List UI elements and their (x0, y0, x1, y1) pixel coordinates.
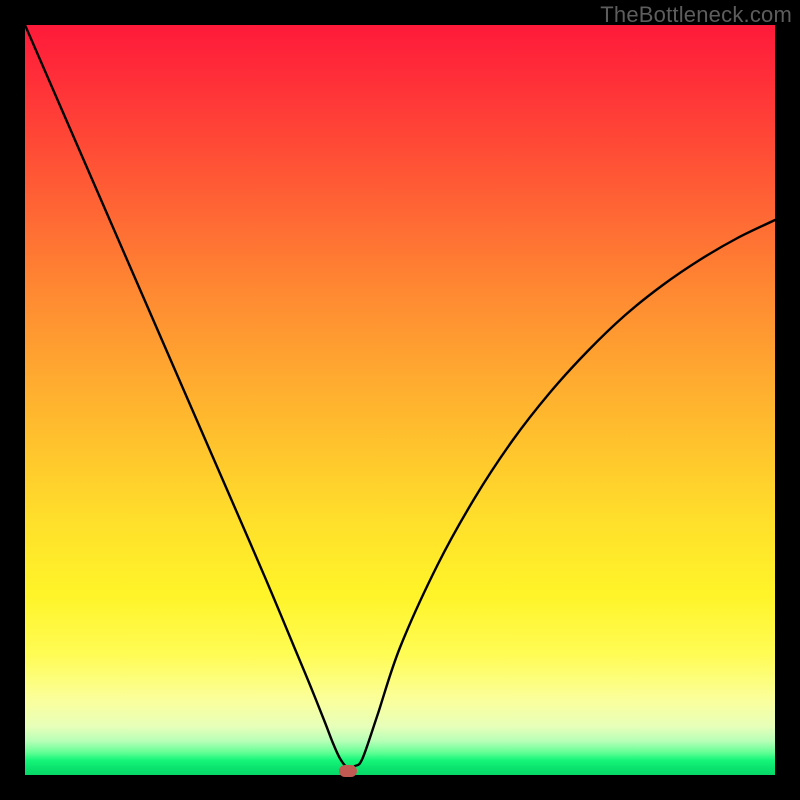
watermark-text: TheBottleneck.com (600, 2, 792, 28)
optimum-marker (339, 765, 357, 777)
chart-frame: TheBottleneck.com (0, 0, 800, 800)
bottleneck-curve (25, 25, 775, 775)
chart-plot-area (25, 25, 775, 775)
